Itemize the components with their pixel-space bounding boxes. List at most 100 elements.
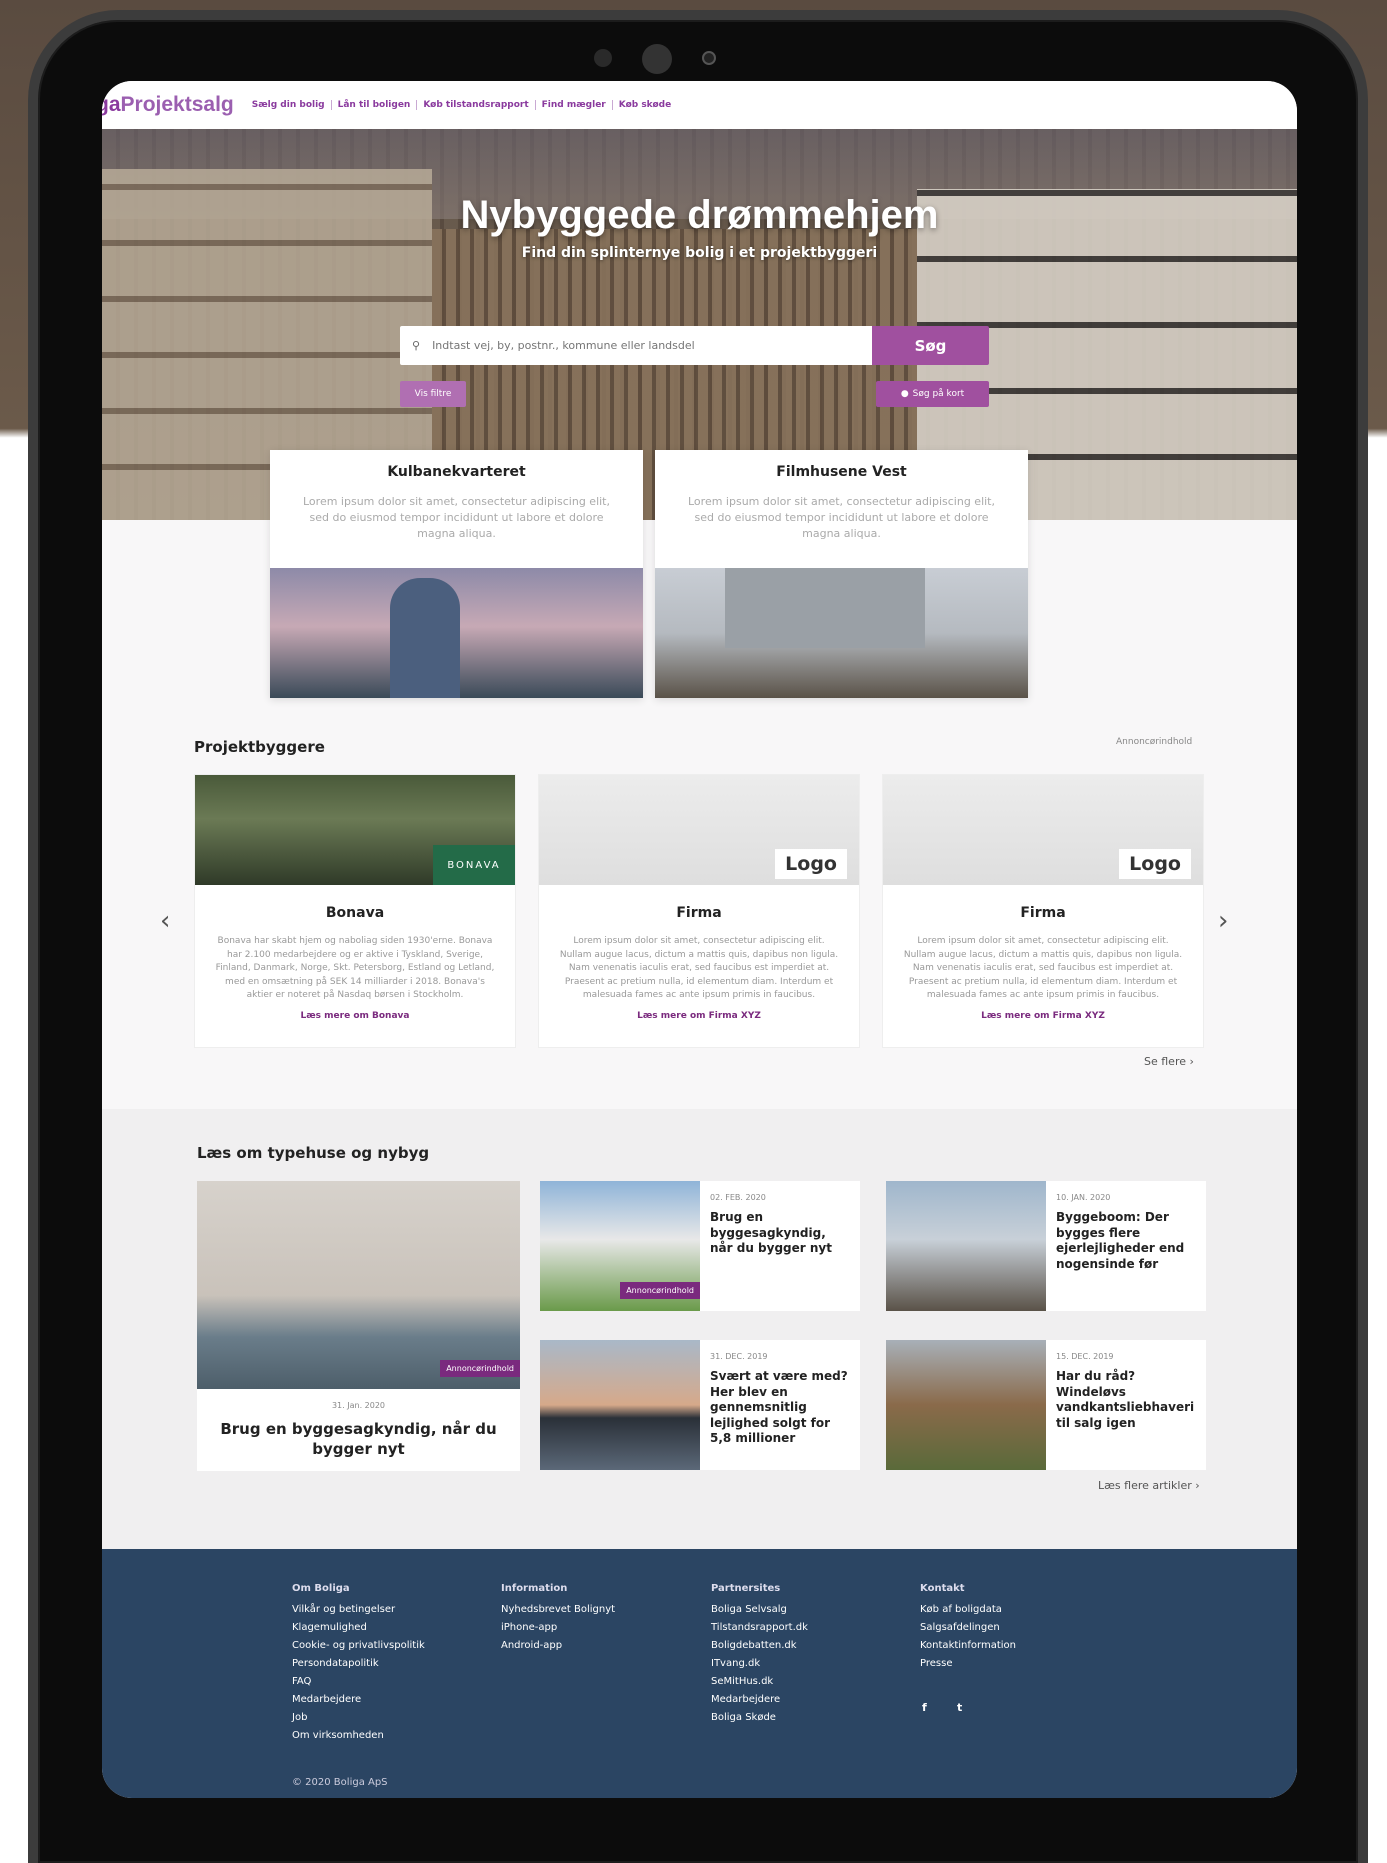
map-button-label: Søg på kort bbox=[912, 389, 965, 399]
logo-prefix: ga bbox=[102, 93, 121, 116]
builder-image: Logo bbox=[539, 775, 859, 885]
article-date: 15. DEC. 2019 bbox=[1056, 1352, 1114, 1361]
footer-link[interactable]: Vilkår og betingelser bbox=[292, 1604, 425, 1615]
nav-link-saelg[interactable]: Sælg din bolig bbox=[246, 100, 332, 110]
builder-name: Bonava bbox=[325, 905, 385, 921]
article-date: 31. DEC. 2019 bbox=[710, 1352, 768, 1361]
footer-link[interactable]: Boliga Selvsalg bbox=[711, 1604, 808, 1615]
footer-col-partnersites: Partnersites Boliga Selvsalg Tilstandsra… bbox=[711, 1583, 808, 1730]
logo-main: Projektsalg bbox=[120, 93, 234, 116]
feature-title: Filmhusene Vest bbox=[776, 464, 907, 480]
builder-text: Lorem ipsum dolor sit amet, consectetur … bbox=[903, 936, 1183, 1000]
article-text: 10. JAN. 2020 Byggeboom: Der bygges fler… bbox=[1046, 1181, 1206, 1311]
footer-col-kontakt: Kontakt Køb af boligdata Salgsafdelingen… bbox=[920, 1583, 1016, 1676]
builder-text: Lorem ipsum dolor sit amet, consectetur … bbox=[559, 936, 839, 1000]
featured-article[interactable]: Annoncørindhold 31. Jan. 2020 Brug en by… bbox=[197, 1181, 520, 1471]
facebook-icon[interactable]: f bbox=[922, 1701, 927, 1714]
footer-col-om-boliga: Om Boliga Vilkår og betingelser Klagemul… bbox=[292, 1583, 425, 1748]
builder-text: Bonava har skabt hjem og naboliag siden … bbox=[215, 936, 495, 1000]
builder-link[interactable]: Læs mere om Firma XYZ bbox=[539, 1011, 859, 1021]
builder-image: BONAVA bbox=[195, 775, 515, 885]
footer-link[interactable]: Medarbejdere bbox=[711, 1694, 808, 1705]
article-text: 15. DEC. 2019 Har du råd? Windeløvs vand… bbox=[1046, 1340, 1206, 1470]
footer-link[interactable]: Medarbejdere bbox=[292, 1694, 425, 1705]
nav-link-laan[interactable]: Lån til boligen bbox=[332, 100, 418, 110]
chevron-right-icon[interactable]: › bbox=[1218, 906, 1228, 936]
footer-link[interactable]: Klagemulighed bbox=[292, 1622, 425, 1633]
copyright: © 2020 Boliga ApS bbox=[292, 1777, 388, 1788]
builder-logo: Logo bbox=[1119, 849, 1191, 879]
more-articles-label: Læs flere artikler bbox=[1098, 1479, 1192, 1492]
builder-card-firma-2[interactable]: Logo Firma Lorem ipsum dolor sit amet, c… bbox=[882, 774, 1204, 1048]
nav-link-skoede[interactable]: Køb skøde bbox=[613, 100, 677, 110]
see-more-label: Se flere bbox=[1144, 1055, 1186, 1068]
nav-link-maegler[interactable]: Find mægler bbox=[536, 100, 613, 110]
footer-link[interactable]: Boligdebatten.dk bbox=[711, 1640, 808, 1651]
builder-card-firma[interactable]: Logo Firma Lorem ipsum dolor sit amet, c… bbox=[538, 774, 860, 1048]
footer-link[interactable]: Nyhedsbrevet Bolignyt bbox=[501, 1604, 615, 1615]
feature-card-kulbanekvarteret[interactable]: Kulbanekvarteret Lorem ipsum dolor sit a… bbox=[270, 450, 643, 698]
annon-label: Annoncørindhold bbox=[1116, 737, 1193, 747]
nav-link-tilstandsrapport[interactable]: Køb tilstandsrapport bbox=[417, 100, 536, 110]
feature-image bbox=[655, 568, 1028, 698]
search-button[interactable]: Søg bbox=[872, 326, 989, 365]
article-image: Annoncørindhold bbox=[540, 1181, 700, 1311]
filter-button[interactable]: Vis filtre bbox=[400, 381, 466, 407]
bonava-logo: BONAVA bbox=[433, 845, 515, 885]
footer-heading: Kontakt bbox=[920, 1583, 965, 1594]
camera-lens bbox=[642, 44, 672, 74]
chevron-left-icon[interactable]: ‹ bbox=[160, 906, 170, 936]
footer-heading: Om Boliga bbox=[292, 1583, 350, 1594]
footer-link[interactable]: Job bbox=[292, 1712, 425, 1723]
article-text: 02. FEB. 2020 Brug en byggesagkyndig, nå… bbox=[700, 1181, 860, 1311]
article-title: Har du råd? Windeløvs vandkantsliebhaver… bbox=[1056, 1369, 1195, 1430]
builder-link[interactable]: Læs mere om Bonava bbox=[195, 1011, 515, 1021]
feature-image bbox=[270, 568, 643, 698]
feature-card-filmhusene[interactable]: Filmhusene Vest Lorem ipsum dolor sit am… bbox=[655, 450, 1028, 698]
footer-link[interactable]: Kontaktinformation bbox=[920, 1640, 1016, 1651]
footer-link[interactable]: Persondatapolitik bbox=[292, 1658, 425, 1669]
article-title: Byggeboom: Der bygges flere ejerlejlighe… bbox=[1056, 1210, 1185, 1271]
hero-subtitle: Find din splinternye bolig i et projektb… bbox=[521, 245, 878, 261]
site-logo[interactable]: gaProjektsalg bbox=[102, 93, 234, 117]
see-more-link[interactable]: Se flere › bbox=[1144, 1055, 1194, 1068]
search-box: ⚲ bbox=[400, 326, 872, 365]
footer-link[interactable]: ITvang.dk bbox=[711, 1658, 808, 1669]
article-text: 31. DEC. 2019 Svært at være med? Her ble… bbox=[700, 1340, 860, 1470]
footer-link[interactable]: Android-app bbox=[501, 1640, 615, 1651]
footer-link[interactable]: Boliga Skøde bbox=[711, 1712, 808, 1723]
article-title: Brug en byggesagkyndig, når du bygger ny… bbox=[220, 1420, 497, 1458]
article-date: 02. FEB. 2020 bbox=[710, 1193, 766, 1202]
articles-title: Læs om typehuse og nybyg bbox=[197, 1144, 430, 1162]
article-date: 31. Jan. 2020 bbox=[331, 1401, 386, 1410]
annon-badge: Annoncørindhold bbox=[440, 1360, 520, 1377]
builder-card-bonava[interactable]: BONAVA Bonava Bonava har skabt hjem og n… bbox=[194, 774, 516, 1048]
footer-link[interactable]: Presse bbox=[920, 1658, 1016, 1669]
article-card[interactable]: 31. DEC. 2019 Svært at være med? Her ble… bbox=[540, 1340, 860, 1470]
builder-link[interactable]: Læs mere om Firma XYZ bbox=[883, 1011, 1203, 1021]
article-card[interactable]: 10. JAN. 2020 Byggeboom: Der bygges fler… bbox=[886, 1181, 1206, 1311]
builder-image: Logo bbox=[883, 775, 1203, 885]
footer-link[interactable]: Om virksomheden bbox=[292, 1730, 425, 1741]
feature-text: Lorem ipsum dolor sit amet, consectetur … bbox=[688, 495, 995, 540]
top-nav: gaProjektsalg Sælg din bolig Lån til bol… bbox=[102, 81, 1297, 129]
more-articles-link[interactable]: Læs flere artikler › bbox=[1098, 1479, 1200, 1492]
pin-icon: ● bbox=[900, 389, 909, 399]
footer-link[interactable]: FAQ bbox=[292, 1676, 425, 1687]
footer-link[interactable]: Cookie- og privatlivspolitik bbox=[292, 1640, 425, 1651]
feature-text: Lorem ipsum dolor sit amet, consectetur … bbox=[303, 495, 610, 540]
twitter-icon[interactable]: t bbox=[957, 1701, 962, 1714]
footer-link[interactable]: iPhone-app bbox=[501, 1622, 615, 1633]
article-card[interactable]: Annoncørindhold 02. FEB. 2020 Brug en by… bbox=[540, 1181, 860, 1311]
footer-link[interactable]: SeMitHus.dk bbox=[711, 1676, 808, 1687]
map-search-button[interactable]: ● Søg på kort bbox=[876, 381, 989, 407]
article-title: Brug en byggesagkyndig, når du bygger ny… bbox=[710, 1210, 832, 1256]
footer-link[interactable]: Salgsafdelingen bbox=[920, 1622, 1016, 1633]
search-input[interactable] bbox=[432, 339, 833, 352]
camera-dot-left bbox=[594, 49, 612, 67]
footer: Om Boliga Vilkår og betingelser Klagemul… bbox=[102, 1549, 1297, 1798]
article-card[interactable]: 15. DEC. 2019 Har du råd? Windeløvs vand… bbox=[886, 1340, 1206, 1470]
screen: gaProjektsalg Sælg din bolig Lån til bol… bbox=[102, 81, 1297, 1798]
footer-link[interactable]: Køb af boligdata bbox=[920, 1604, 1016, 1615]
footer-link[interactable]: Tilstandsrapport.dk bbox=[711, 1622, 808, 1633]
